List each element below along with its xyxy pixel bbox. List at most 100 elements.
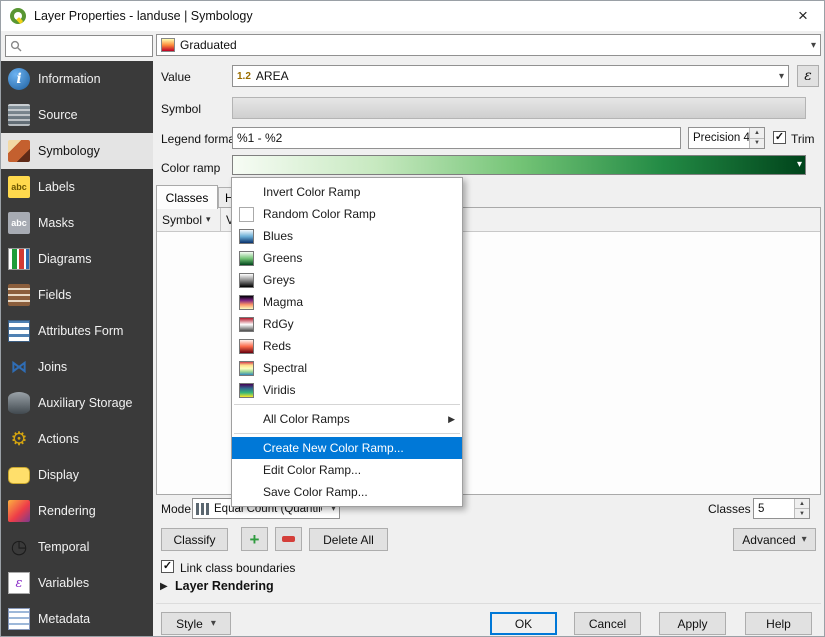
color-ramp-menu: Invert Color Ramp Random Color Ramp Blue… (231, 177, 463, 507)
source-icon (8, 104, 30, 126)
sidebar-item-label: Source (38, 108, 78, 122)
help-button[interactable]: Help (745, 612, 812, 635)
check-icon: ✓ (163, 561, 172, 572)
sidebar-item-fields[interactable]: Fields (1, 277, 153, 313)
value-label: Value (161, 70, 191, 84)
joins-icon: ⋈ (8, 356, 30, 378)
menu-item-save-color-ramp[interactable]: Save Color Ramp... (232, 481, 462, 503)
numeric-field-icon: 1.2 (237, 71, 251, 82)
menu-item-rdgy[interactable]: RdGy (232, 313, 462, 335)
add-class-button[interactable]: + (241, 527, 268, 551)
menu-item-reds[interactable]: Reds (232, 335, 462, 357)
variables-icon: ε (8, 572, 30, 594)
sidebar-item-information[interactable]: iInformation (1, 61, 153, 97)
mode-label: Mode (161, 502, 191, 516)
spin-up-icon[interactable]: ▲ (750, 128, 764, 139)
sort-arrow-icon: ▾ (206, 214, 211, 225)
ok-button[interactable]: OK (490, 612, 557, 635)
spectral-ramp-icon (239, 361, 254, 376)
display-icon (8, 467, 30, 484)
link-class-boundaries-checkbox[interactable]: ✓ (161, 560, 174, 573)
sidebar-item-diagrams[interactable]: Diagrams (1, 241, 153, 277)
temporal-icon: ◷ (8, 536, 30, 558)
color-ramp-button[interactable]: ▾ (232, 155, 806, 175)
menu-item-spectral[interactable]: Spectral (232, 357, 462, 379)
menu-item-invert-color-ramp[interactable]: Invert Color Ramp (232, 181, 462, 203)
spin-down-icon[interactable]: ▼ (795, 509, 809, 518)
classes-count-label: Classes (708, 502, 751, 516)
tab-classes[interactable]: Classes (156, 185, 218, 209)
sidebar-item-auxiliary-storage[interactable]: Auxiliary Storage (1, 385, 153, 421)
menu-item-greys[interactable]: Greys (232, 269, 462, 291)
menu-item-all-color-ramps[interactable]: All Color Ramps▶ (232, 408, 462, 430)
sidebar-item-labels[interactable]: abcLabels (1, 169, 153, 205)
classes-spinner[interactable]: 5 ▲ ▼ (753, 498, 810, 519)
search-icon (10, 40, 22, 52)
menu-item-edit-color-ramp[interactable]: Edit Color Ramp... (232, 459, 462, 481)
attributes-form-icon (8, 320, 30, 342)
expression-builder-button[interactable]: ε (797, 65, 819, 87)
actions-icon: ⚙ (8, 428, 30, 450)
sidebar-item-temporal[interactable]: ◷Temporal (1, 529, 153, 565)
sidebar: iInformation Source Symbology abcLabels … (1, 61, 153, 636)
sidebar-item-source[interactable]: Source (1, 97, 153, 133)
sidebar-item-variables[interactable]: εVariables (1, 565, 153, 601)
sidebar-search (5, 35, 153, 57)
sidebar-item-label: Metadata (38, 612, 90, 626)
legend-format-input[interactable] (232, 127, 681, 149)
menu-item-blues[interactable]: Blues (232, 225, 462, 247)
close-button[interactable]: × (790, 6, 816, 26)
trim-checkbox[interactable]: ✓ (773, 131, 786, 144)
greys-ramp-icon (239, 273, 254, 288)
advanced-button[interactable]: Advanced▾ (733, 528, 816, 551)
link-class-boundaries-label: Link class boundaries (180, 561, 295, 575)
sidebar-item-actions[interactable]: ⚙ Actions (1, 421, 153, 457)
collapse-arrow-icon[interactable]: ▶ (160, 581, 168, 592)
sidebar-item-label: Actions (38, 432, 79, 446)
rdgy-ramp-icon (239, 317, 254, 332)
spin-up-icon[interactable]: ▲ (795, 499, 809, 509)
cancel-button[interactable]: Cancel (574, 612, 641, 635)
fields-icon (8, 284, 30, 306)
qgis-logo-icon (9, 7, 27, 25)
sidebar-item-symbology[interactable]: Symbology (1, 133, 153, 169)
style-button[interactable]: Style▾ (161, 612, 231, 635)
layer-rendering-section[interactable]: Layer Rendering (175, 579, 274, 593)
reds-ramp-icon (239, 339, 254, 354)
delete-all-button[interactable]: Delete All (309, 528, 388, 551)
sidebar-item-metadata[interactable]: Metadata (1, 601, 153, 637)
menu-item-magma[interactable]: Magma (232, 291, 462, 313)
value-field-select[interactable]: 1.2 AREA ▾ (232, 65, 789, 87)
menu-item-create-new-color-ramp[interactable]: Create New Color Ramp... (232, 437, 462, 459)
sidebar-item-attributes-form[interactable]: Attributes Form (1, 313, 153, 349)
classify-button[interactable]: Classify (161, 528, 228, 551)
precision-value: Precision 4 (689, 128, 749, 148)
renderer-select[interactable]: Graduated ▾ (156, 34, 821, 56)
sidebar-item-label: Rendering (38, 504, 96, 518)
sidebar-item-masks[interactable]: abcMasks (1, 205, 153, 241)
sidebar-item-label: Fields (38, 288, 71, 302)
chevron-down-icon: ▾ (793, 159, 802, 170)
titlebar: Layer Properties - landuse | Symbology × (1, 1, 824, 31)
column-header-symbol[interactable]: Symbol ▾ (157, 208, 221, 231)
search-input[interactable] (26, 39, 148, 53)
menu-item-greens[interactable]: Greens (232, 247, 462, 269)
sidebar-item-rendering[interactable]: Rendering (1, 493, 153, 529)
spin-down-icon[interactable]: ▼ (750, 139, 764, 149)
precision-spinner[interactable]: Precision 4 ▲ ▼ (688, 127, 765, 149)
quantile-mode-icon (196, 503, 209, 515)
apply-button[interactable]: Apply (659, 612, 726, 635)
menu-separator (234, 433, 460, 434)
remove-class-button[interactable] (275, 527, 302, 551)
menu-item-random-color-ramp[interactable]: Random Color Ramp (232, 203, 462, 225)
sidebar-item-joins[interactable]: ⋈Joins (1, 349, 153, 385)
submenu-arrow-icon: ▶ (448, 414, 455, 425)
classes-count-value: 5 (754, 499, 794, 518)
symbol-preview[interactable] (232, 97, 806, 119)
value-field-name: AREA (256, 69, 289, 83)
sidebar-item-display[interactable]: Display (1, 457, 153, 493)
menu-item-viridis[interactable]: Viridis (232, 379, 462, 401)
sidebar-item-label: Symbology (38, 144, 100, 158)
diagrams-icon (8, 248, 30, 270)
legend-format-label: Legend format (161, 132, 238, 146)
